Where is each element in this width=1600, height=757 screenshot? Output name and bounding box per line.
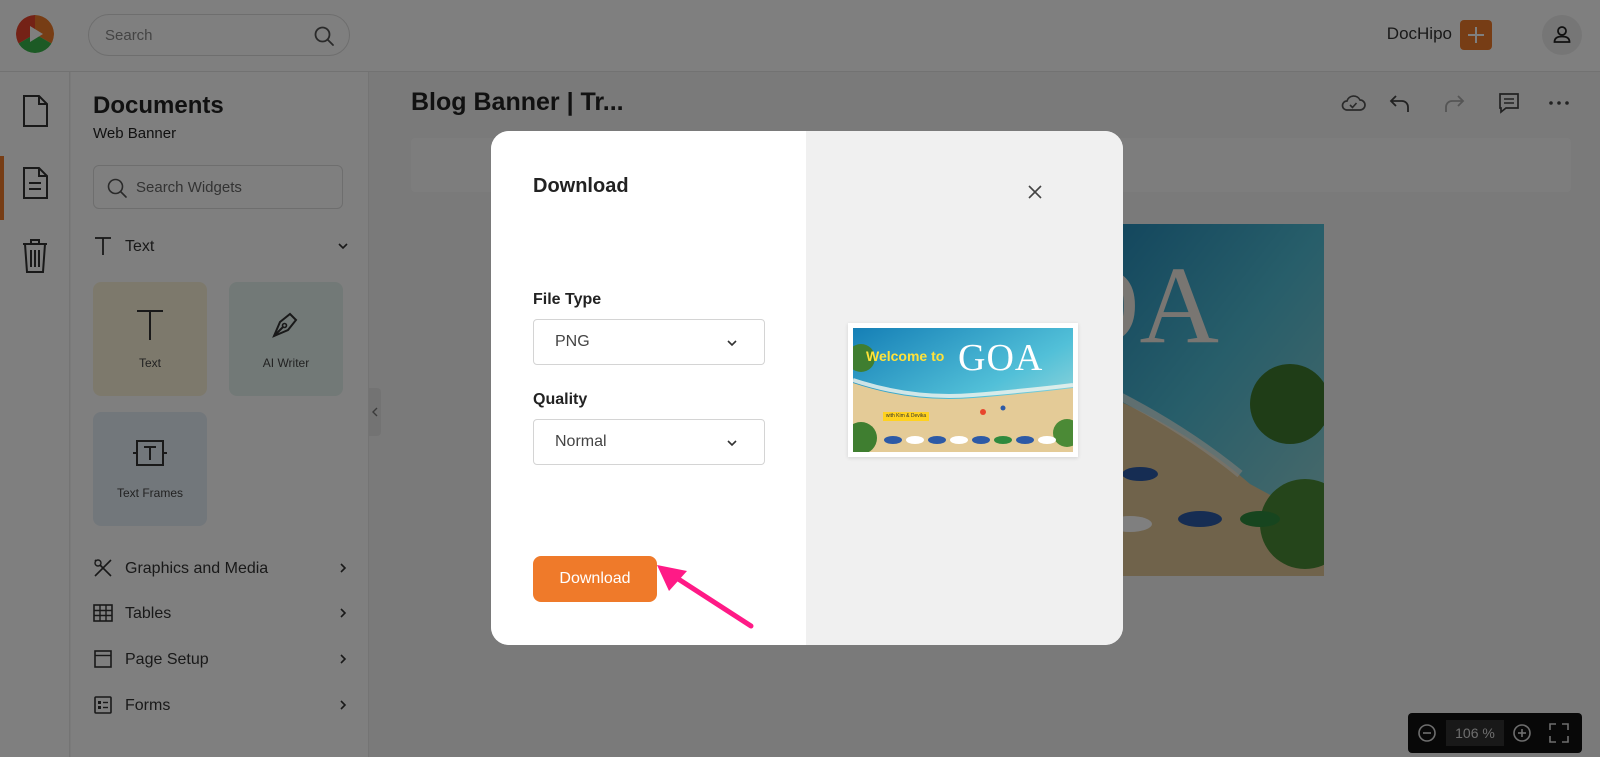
file-type-select[interactable]: PNG [533, 319, 765, 365]
download-dialog: Download File Type PNG Quality Normal Do… [491, 131, 1123, 645]
quality-value: Normal [555, 433, 607, 450]
file-type-value: PNG [555, 333, 590, 350]
dialog-title: Download [533, 175, 629, 197]
preview-welcome-text: Welcome to [866, 348, 945, 364]
download-options-pane: Download File Type PNG Quality Normal Do… [491, 131, 806, 645]
quality-select[interactable]: Normal [533, 419, 765, 465]
banner-preview: Welcome to GOA with Kim & Devika [848, 323, 1078, 457]
annotation-arrow-icon [657, 565, 754, 629]
quality-label: Quality [533, 391, 588, 408]
preview-tagline: with Kim & Devika [883, 412, 929, 421]
download-button[interactable]: Download [533, 556, 657, 602]
chevron-down-icon [727, 440, 737, 447]
close-icon[interactable] [1024, 181, 1046, 203]
download-preview-pane: Welcome to GOA with Kim & Devika [806, 131, 1123, 645]
chevron-down-icon [727, 340, 737, 347]
preview-goa-text: GOA [958, 337, 1044, 379]
file-type-label: File Type [533, 291, 602, 308]
